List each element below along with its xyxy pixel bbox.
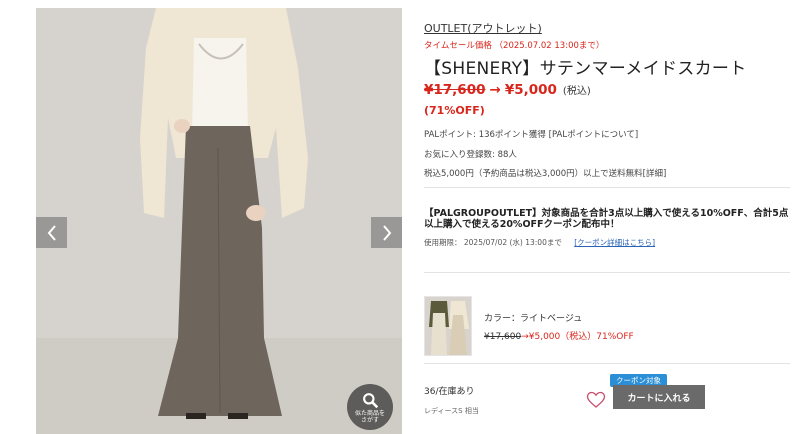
points-info: PALポイント: 136ポイント獲得 [PALポイントについて] <box>424 130 639 140</box>
variant-thumbnail-image <box>425 297 471 355</box>
shipping-info: 税込5,000円（予約商品は税込3,000円）以上で送料無料[詳細] <box>424 169 667 179</box>
gallery-prev-button[interactable] <box>36 217 67 248</box>
divider <box>424 187 790 188</box>
favorites-count: お気に入り登録数: 88人 <box>424 150 517 160</box>
price-arrow: → <box>489 82 501 98</box>
chevron-right-icon <box>382 224 391 241</box>
search-icon <box>362 393 378 409</box>
product-title: 【SHENERY】サテンマーメイドスカート <box>424 59 747 79</box>
original-price: ¥17,600 <box>424 82 486 98</box>
coupon-expiry: 使用期限： 2025/07/02 (水) 13:00まで <box>424 238 562 247</box>
product-gallery: 似た商品を さがす <box>36 8 402 434</box>
divider <box>424 272 790 273</box>
find-similar-label: 似た商品を さがす <box>354 410 385 424</box>
divider <box>424 363 790 364</box>
coupon-title: 【PALGROUPOUTLET】対象商品を合計3点以上購入で使える10%OFF、… <box>424 208 789 230</box>
stock-status: 36/在庫あり <box>424 387 475 397</box>
product-photo <box>36 8 402 434</box>
heart-icon[interactable] <box>586 391 606 409</box>
coupon-period: 使用期限： 2025/07/02 (水) 13:00まで [クーポン詳細はこちら… <box>424 237 655 248</box>
size-note: レディースS 相当 <box>424 407 479 415</box>
gallery-next-button[interactable] <box>371 217 402 248</box>
timesale-notice: タイムセール価格 （2025.07.02 13:00まで） <box>424 41 605 51</box>
variant-thumbnail[interactable] <box>424 296 472 356</box>
coupon-details-link[interactable]: [クーポン詳細はこちら] <box>574 238 655 247</box>
outlet-category-link[interactable]: OUTLET(アウトレット) <box>424 20 542 36</box>
chevron-left-icon <box>47 224 56 241</box>
sale-price: ¥5,000 <box>504 82 557 98</box>
tax-note: (税込) <box>562 86 591 97</box>
add-to-cart-button[interactable]: カートに入れる <box>613 385 705 409</box>
variant-old-price: ¥17,600 <box>484 332 522 342</box>
variant-new-price: →¥5,000（税込）71%OFF <box>521 332 634 342</box>
find-similar-button[interactable]: 似た商品を さがす <box>347 384 393 430</box>
price-row: ¥17,600 → ¥5,000 (税込) <box>424 82 591 98</box>
discount-rate: (71%OFF) <box>424 104 485 117</box>
variant-price: ¥17,600→¥5,000（税込）71%OFF <box>484 329 634 342</box>
color-label: カラー：ライトベージュ <box>484 314 583 324</box>
